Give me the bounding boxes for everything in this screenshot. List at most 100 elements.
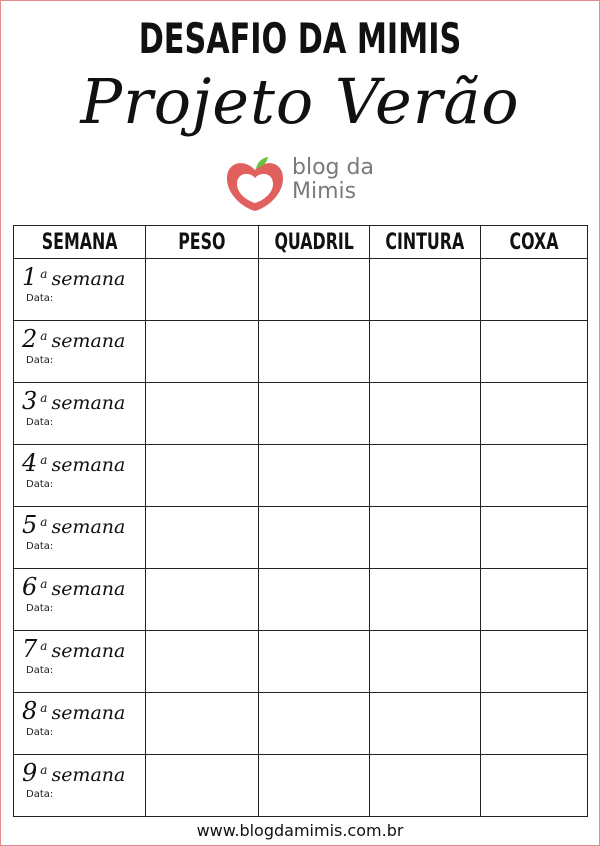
week-number: 1 (22, 263, 38, 291)
date-label: Data: (26, 727, 54, 738)
week-ordinal: a (40, 762, 48, 777)
week-label: 2 a semana (22, 325, 125, 353)
week-cell: 8 a semana Data: (13, 692, 146, 755)
apple-heart-icon (226, 157, 284, 211)
cell-cintura[interactable] (369, 382, 481, 445)
week-word: semana (51, 702, 126, 724)
page-subtitle: Projeto Verão (80, 65, 520, 138)
cell-cintura[interactable] (369, 630, 481, 693)
cell-quadril[interactable] (258, 258, 370, 321)
cell-cintura[interactable] (369, 754, 481, 817)
cell-cintura[interactable] (369, 692, 481, 755)
cell-coxa[interactable] (480, 258, 588, 321)
cell-peso[interactable] (145, 506, 259, 569)
week-label: 8 a semana (22, 697, 125, 725)
week-number: 2 (22, 325, 38, 353)
cell-peso[interactable] (145, 382, 259, 445)
week-word: semana (51, 268, 126, 290)
table-row: 9 a semana Data: (13, 754, 588, 817)
cell-quadril[interactable] (258, 568, 370, 631)
cell-peso[interactable] (145, 320, 259, 383)
cell-quadril[interactable] (258, 692, 370, 755)
week-ordinal: a (40, 514, 48, 529)
cell-peso[interactable] (145, 444, 259, 507)
week-number: 3 (22, 387, 38, 415)
week-ordinal: a (40, 266, 48, 281)
date-label: Data: (26, 665, 54, 676)
week-ordinal: a (40, 700, 48, 715)
week-word: semana (51, 764, 126, 786)
week-cell: 4 a semana Data: (13, 444, 146, 507)
cell-quadril[interactable] (258, 320, 370, 383)
cell-coxa[interactable] (480, 506, 588, 569)
cell-quadril[interactable] (258, 754, 370, 817)
table-row: 5 a semana Data: (13, 506, 588, 569)
table-row: 8 a semana Data: (13, 692, 588, 755)
cell-quadril[interactable] (258, 630, 370, 693)
week-label: 6 a semana (22, 573, 125, 601)
date-label: Data: (26, 603, 54, 614)
blog-logo[interactable]: blog da Mimis (222, 154, 382, 214)
header-semana: SEMANA (13, 225, 146, 259)
table-row: 2 a semana Data: (13, 320, 588, 383)
week-number: 5 (22, 511, 38, 539)
week-ordinal: a (40, 390, 48, 405)
cell-cintura[interactable] (369, 568, 481, 631)
table-row: 3 a semana Data: (13, 382, 588, 445)
week-label: 3 a semana (22, 387, 125, 415)
week-word: semana (51, 330, 126, 352)
header-cintura: CINTURA (369, 225, 481, 259)
cell-coxa[interactable] (480, 382, 588, 445)
logo-text: blog da Mimis (292, 156, 374, 204)
cell-coxa[interactable] (480, 444, 588, 507)
cell-coxa[interactable] (480, 754, 588, 817)
week-number: 8 (22, 697, 38, 725)
week-word: semana (51, 640, 126, 662)
cell-quadril[interactable] (258, 382, 370, 445)
cell-cintura[interactable] (369, 506, 481, 569)
date-label: Data: (26, 789, 54, 800)
week-number: 7 (22, 635, 38, 663)
cell-coxa[interactable] (480, 692, 588, 755)
date-label: Data: (26, 293, 54, 304)
week-label: 9 a semana (22, 759, 125, 787)
week-cell: 5 a semana Data: (13, 506, 146, 569)
cell-cintura[interactable] (369, 258, 481, 321)
cell-cintura[interactable] (369, 320, 481, 383)
date-label: Data: (26, 541, 54, 552)
page-title: DESAFIO DA MIMIS (138, 14, 462, 63)
date-label: Data: (26, 417, 54, 428)
cell-peso[interactable] (145, 630, 259, 693)
week-number: 4 (22, 449, 38, 477)
week-cell: 7 a semana Data: (13, 630, 146, 693)
week-cell: 6 a semana Data: (13, 568, 146, 631)
cell-quadril[interactable] (258, 444, 370, 507)
cell-coxa[interactable] (480, 630, 588, 693)
cell-coxa[interactable] (480, 320, 588, 383)
cell-quadril[interactable] (258, 506, 370, 569)
week-cell: 2 a semana Data: (13, 320, 146, 383)
header-coxa: COXA (480, 225, 588, 259)
cell-coxa[interactable] (480, 568, 588, 631)
week-number: 6 (22, 573, 38, 601)
cell-cintura[interactable] (369, 444, 481, 507)
table-header-row: SEMANA PESO QUADRIL CINTURA COXA (13, 225, 588, 259)
cell-peso[interactable] (145, 568, 259, 631)
header-quadril: QUADRIL (258, 225, 370, 259)
week-word: semana (51, 454, 126, 476)
logo-line-1: blog da (292, 155, 374, 180)
week-word: semana (51, 516, 126, 538)
week-label: 1 a semana (22, 263, 125, 291)
table-row: 6 a semana Data: (13, 568, 588, 631)
cell-peso[interactable] (145, 692, 259, 755)
week-ordinal: a (40, 638, 48, 653)
footer-url[interactable]: www.blogdamimis.com.br (0, 821, 600, 840)
logo-line-2: Mimis (292, 179, 357, 204)
table-row: 1 a semana Data: (13, 258, 588, 321)
week-ordinal: a (40, 328, 48, 343)
cell-peso[interactable] (145, 258, 259, 321)
week-cell: 9 a semana Data: (13, 754, 146, 817)
measurement-table: SEMANA PESO QUADRIL CINTURA COXA 1 a seman… (13, 225, 588, 817)
week-label: 7 a semana (22, 635, 125, 663)
cell-peso[interactable] (145, 754, 259, 817)
